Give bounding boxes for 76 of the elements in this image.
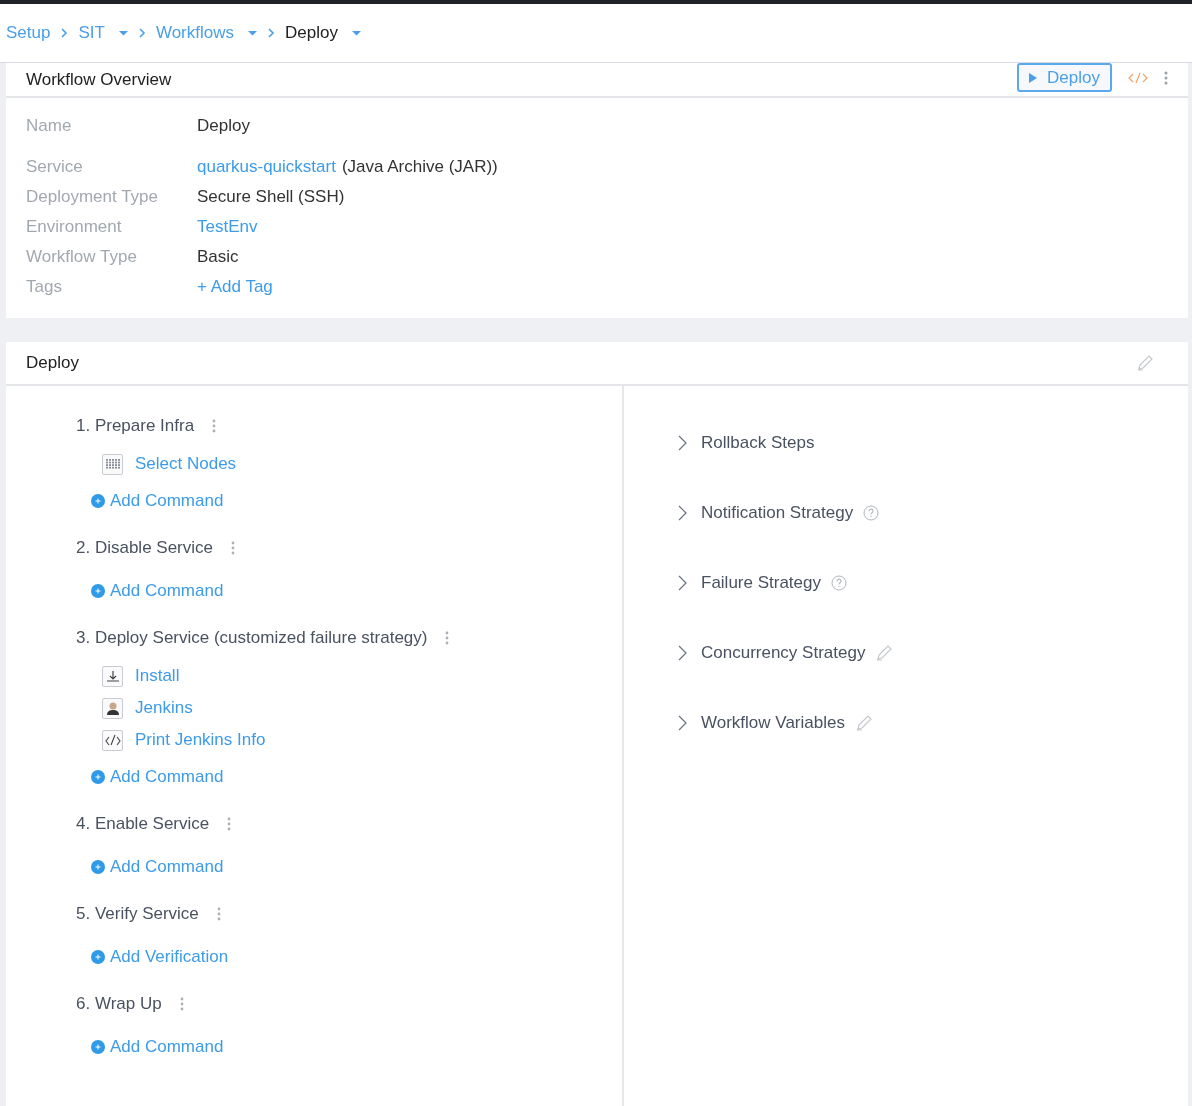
more-vertical-icon[interactable]	[216, 907, 221, 921]
add-command-link[interactable]: Add Command	[110, 491, 224, 511]
add-command-link[interactable]: Add Verification	[110, 947, 229, 967]
code-icon[interactable]	[1128, 71, 1148, 84]
help-icon[interactable]	[863, 505, 880, 521]
step-title: 2. Disable Service	[76, 538, 213, 558]
command-icon	[102, 453, 123, 475]
step-title: 5. Verify Service	[76, 904, 199, 924]
field-label: Name	[26, 116, 73, 136]
more-vertical-icon[interactable]	[179, 997, 184, 1011]
command-icon	[102, 697, 123, 719]
edit-pencil-icon[interactable]	[1136, 354, 1154, 372]
step-title: 3. Deploy Service (customized failure strategy)	[76, 628, 428, 648]
more-vertical-icon[interactable]	[231, 541, 235, 555]
chevron-right-icon[interactable]	[678, 715, 687, 731]
breadcrumb-link[interactable]: Setup	[6, 23, 51, 43]
add-command-link[interactable]: Add Command	[110, 1037, 224, 1057]
command-link[interactable]: Print Jenkins Info	[135, 730, 266, 750]
edit-pencil-icon[interactable]	[854, 714, 873, 732]
plus-circle-icon[interactable]	[91, 770, 105, 784]
command-link[interactable]: Jenkins	[135, 698, 193, 718]
chevron-right-icon	[267, 27, 275, 39]
edit-pencil-icon[interactable]	[875, 644, 894, 662]
command-link[interactable]: Select Nodes	[135, 454, 237, 474]
add-command-link[interactable]: Add Command	[110, 767, 224, 787]
plus-circle-icon[interactable]	[91, 860, 105, 874]
add-command-link[interactable]: Add Command	[110, 857, 224, 877]
card-title: Deploy	[26, 353, 79, 373]
section-toggle[interactable]: Workflow Variables	[701, 713, 845, 733]
section-toggle[interactable]: Rollback Steps	[701, 433, 815, 453]
more-vertical-icon[interactable]	[445, 631, 450, 645]
plus-circle-icon[interactable]	[91, 584, 105, 598]
card-title: Workflow Overview	[26, 69, 172, 90]
step-title: 4. Enable Service	[76, 814, 210, 834]
field-link[interactable]: TestEnv	[197, 217, 258, 237]
more-vertical-icon[interactable]	[1164, 70, 1168, 85]
add-command-link[interactable]: Add Command	[110, 581, 224, 601]
step-title: 1. Prepare Infra	[76, 416, 195, 436]
command-icon	[102, 665, 123, 687]
command-link[interactable]: Install	[135, 666, 180, 686]
field-label: Tags	[26, 277, 63, 297]
caret-down-icon[interactable]	[248, 30, 257, 36]
field-label: Workflow Type	[26, 247, 138, 267]
chevron-right-icon[interactable]	[678, 505, 687, 521]
chevron-right-icon[interactable]	[678, 435, 687, 451]
command-icon	[102, 729, 123, 751]
field-value: (Java Archive (JAR))	[341, 157, 498, 177]
chevron-right-icon	[60, 27, 69, 39]
caret-down-icon[interactable]	[118, 30, 128, 36]
breadcrumb-link[interactable]: Deploy	[285, 23, 338, 43]
more-vertical-icon[interactable]	[212, 419, 217, 433]
section-toggle[interactable]: Concurrency Strategy	[701, 643, 866, 663]
field-label: Deployment Type	[26, 187, 159, 207]
section-toggle[interactable]: Failure Strategy	[701, 573, 821, 593]
section-toggle[interactable]: Notification Strategy	[701, 503, 854, 523]
field-link[interactable]: + Add Tag	[197, 277, 273, 297]
field-value: Basic	[197, 247, 239, 267]
step-title: 6. Wrap Up	[76, 994, 162, 1014]
field-label: Service	[26, 157, 84, 177]
caret-down-icon[interactable]	[351, 30, 361, 36]
more-vertical-icon[interactable]	[227, 817, 232, 831]
breadcrumb-link[interactable]: SIT	[78, 23, 105, 43]
plus-circle-icon[interactable]	[91, 950, 105, 964]
chevron-right-icon[interactable]	[678, 575, 687, 591]
plus-circle-icon[interactable]	[91, 1040, 105, 1054]
chevron-right-icon	[137, 27, 146, 39]
play-icon	[1029, 72, 1038, 83]
help-icon[interactable]	[831, 575, 847, 591]
field-link[interactable]: quarkus-quickstart	[197, 157, 336, 177]
field-value: Secure Shell (SSH)	[197, 187, 345, 207]
deploy-button[interactable]: Deploy	[1017, 63, 1112, 92]
breadcrumb-link[interactable]: Workflows	[155, 23, 234, 43]
chevron-right-icon[interactable]	[678, 645, 687, 661]
field-label: Environment	[26, 217, 123, 237]
plus-circle-icon[interactable]	[91, 494, 105, 508]
field-value: Deploy	[197, 116, 250, 136]
